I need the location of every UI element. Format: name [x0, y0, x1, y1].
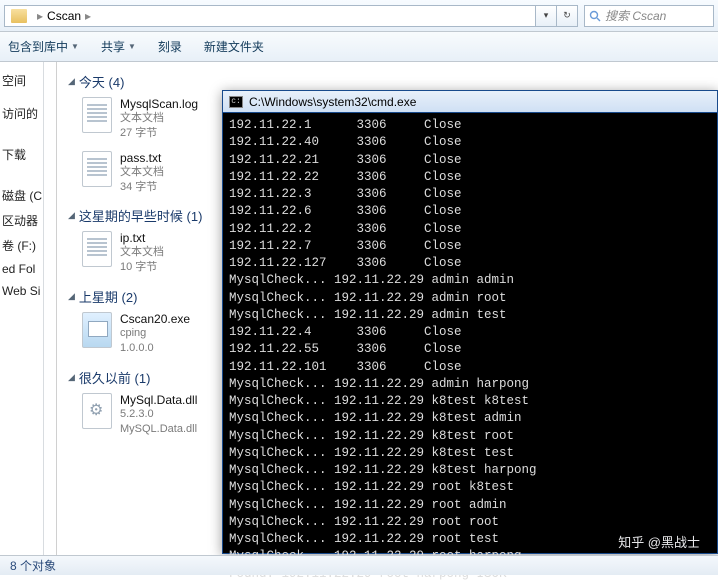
search-icon — [589, 10, 601, 22]
file-type: 文本文档 — [120, 245, 164, 260]
cmd-window[interactable]: c: C:\Windows\system32\cmd.exe 192.11.22… — [222, 90, 718, 554]
watermark-text: 知乎 @黑战士 — [618, 532, 700, 551]
file-icon — [82, 151, 112, 187]
sidebar-item[interactable] — [0, 93, 43, 101]
chevron-down-icon: ▼ — [71, 42, 79, 51]
sidebar-item[interactable] — [0, 175, 43, 183]
file-type: 文本文档 — [120, 111, 198, 126]
nav-sidebar: 空间访问的下载磁盘 (C区动器卷 (F:)ed FolWeb Si — [0, 62, 44, 555]
item-count: 8 个对象 — [10, 557, 56, 574]
file-type: 文本文档 — [120, 165, 164, 180]
file-icon — [82, 393, 112, 429]
file-name: MysqlScan.log — [120, 97, 198, 111]
sidebar-item[interactable]: 卷 (F:) — [0, 233, 43, 258]
file-name: MySql.Data.dll — [120, 393, 197, 407]
sidebar-item[interactable]: ed Fol — [0, 258, 43, 280]
chevron-down-icon: ◢ — [68, 76, 75, 87]
sidebar-item[interactable] — [0, 126, 43, 134]
new-folder-button[interactable]: 新建文件夹 — [204, 38, 264, 55]
folder-icon — [11, 9, 27, 23]
sidebar-item[interactable]: 下载 — [0, 142, 43, 167]
file-size: 34 字节 — [120, 180, 164, 195]
cmd-icon: c: — [229, 96, 243, 108]
file-size: 27 字节 — [120, 126, 198, 141]
folder-name: Cscan — [47, 9, 81, 23]
file-size: 10 字节 — [120, 260, 164, 275]
share-button[interactable]: 共享▼ — [101, 38, 136, 55]
chevron-right-icon: ▸ — [37, 9, 43, 23]
file-icon — [82, 97, 112, 133]
toolbar: 包含到库中▼ 共享▼ 刻录 新建文件夹 — [0, 32, 718, 62]
cmd-title-text: C:\Windows\system32\cmd.exe — [249, 95, 416, 109]
dropdown-history-button[interactable]: ▾ — [535, 5, 557, 27]
chevron-down-icon: ◢ — [68, 210, 75, 221]
chevron-down-icon: ◢ — [68, 372, 75, 383]
sidebar-item[interactable]: 访问的 — [0, 101, 43, 126]
refresh-button[interactable]: ↻ — [556, 5, 578, 27]
sidebar-item[interactable]: 空间 — [0, 68, 43, 93]
chevron-down-icon: ▼ — [128, 42, 136, 51]
file-name: ip.txt — [120, 231, 164, 245]
status-bar: 8 个对象 — [0, 555, 718, 575]
file-icon — [82, 312, 112, 348]
burn-button[interactable]: 刻录 — [158, 38, 182, 55]
group-header[interactable]: ◢今天 (4) — [68, 72, 718, 91]
sidebar-item[interactable] — [0, 167, 43, 175]
file-type: cping — [120, 326, 190, 341]
file-size: MySQL.Data.dll — [120, 422, 197, 437]
file-size: 1.0.0.0 — [120, 341, 190, 356]
file-icon — [82, 231, 112, 267]
include-library-button[interactable]: 包含到库中▼ — [8, 38, 79, 55]
chevron-right-icon: ▸ — [85, 9, 91, 23]
sidebar-item[interactable]: 区动器 — [0, 208, 43, 233]
cmd-output: 192.11.22.1 3306 Close 192.11.22.40 3306… — [223, 113, 717, 587]
sidebar-item[interactable]: 磁盘 (C — [0, 183, 43, 208]
file-type: 5.2.3.0 — [120, 407, 197, 422]
sidebar-item[interactable] — [0, 134, 43, 142]
path-input[interactable]: ▸ Cscan ▸ — [4, 5, 536, 27]
sidebar-item[interactable]: Web Si — [0, 280, 43, 302]
search-input[interactable]: 搜索 Cscan — [584, 5, 714, 27]
address-bar: ▸ Cscan ▸ ▾ ↻ 搜索 Cscan — [0, 0, 718, 32]
search-placeholder: 搜索 Cscan — [605, 7, 666, 24]
file-name: pass.txt — [120, 151, 164, 165]
file-name: Cscan20.exe — [120, 312, 190, 326]
cmd-titlebar[interactable]: c: C:\Windows\system32\cmd.exe — [223, 91, 717, 113]
chevron-down-icon: ◢ — [68, 291, 75, 302]
